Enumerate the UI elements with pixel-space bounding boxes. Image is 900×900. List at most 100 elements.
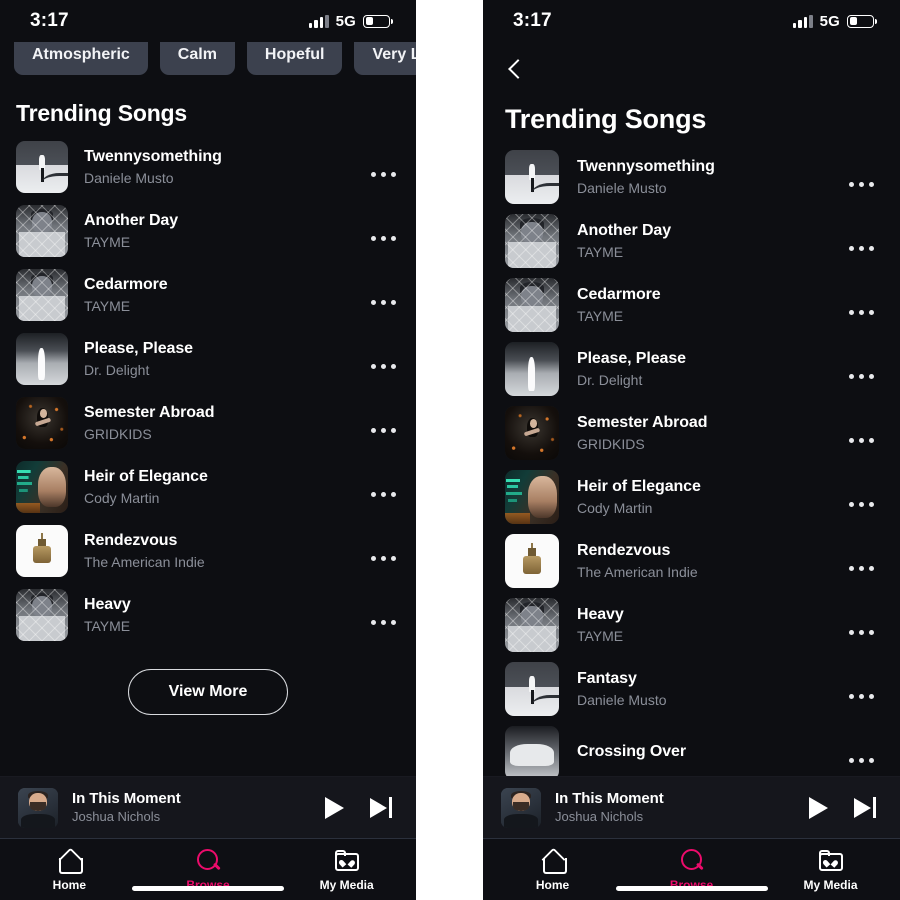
song-title: Semester Abroad bbox=[84, 403, 215, 421]
battery-icon bbox=[847, 14, 878, 28]
mood-chip-row[interactable]: Atmospheric Calm Hopeful Very Low bbox=[0, 42, 416, 82]
song-row[interactable]: Cedarmore TAYME bbox=[0, 263, 416, 327]
song-more-options-icon[interactable] bbox=[845, 309, 878, 315]
trending-songs-list-right: Twennysomething Daniele Musto Another Da… bbox=[483, 145, 900, 785]
song-title: Twennysomething bbox=[577, 157, 715, 175]
album-artwork bbox=[505, 278, 559, 332]
song-scroll-area-left[interactable]: Twennysomething Daniele Musto Another Da… bbox=[0, 135, 416, 725]
song-artist: Dr. Delight bbox=[577, 371, 643, 388]
tab-my-media[interactable]: My Media bbox=[761, 848, 900, 892]
song-row[interactable]: Please, Please Dr. Delight bbox=[483, 337, 900, 401]
page-title: Trending Songs bbox=[16, 100, 187, 126]
song-more-options-icon[interactable] bbox=[367, 427, 400, 433]
song-more-options-icon[interactable] bbox=[845, 373, 878, 379]
network-type-label: 5G bbox=[819, 12, 840, 30]
song-more-options-icon[interactable] bbox=[845, 629, 878, 635]
tab-my-media[interactable]: My Media bbox=[277, 848, 416, 892]
song-artist: Daniele Musto bbox=[84, 169, 174, 186]
song-more-options-icon[interactable] bbox=[845, 757, 878, 763]
song-row[interactable]: Heavy TAYME bbox=[0, 583, 416, 647]
battery-icon bbox=[363, 14, 394, 28]
song-more-options-icon[interactable] bbox=[845, 245, 878, 251]
album-artwork bbox=[16, 333, 68, 385]
mini-player-left[interactable]: In This Moment Joshua Nichols bbox=[0, 776, 416, 838]
song-artist: GRIDKIDS bbox=[84, 425, 152, 442]
song-row[interactable]: Heir of Elegance Cody Martin bbox=[0, 455, 416, 519]
song-more-options-icon[interactable] bbox=[845, 565, 878, 571]
album-artwork bbox=[505, 150, 559, 204]
song-meta: Cedarmore TAYME bbox=[559, 285, 845, 326]
song-row[interactable]: Twennysomething Daniele Musto bbox=[0, 135, 416, 199]
song-title: Another Day bbox=[577, 221, 672, 239]
song-row[interactable]: Twennysomething Daniele Musto bbox=[483, 145, 900, 209]
song-row[interactable]: Another Day TAYME bbox=[0, 199, 416, 263]
song-artist: TAYME bbox=[84, 297, 131, 314]
page-title: Trending Songs bbox=[505, 104, 707, 134]
song-title: Rendezvous bbox=[577, 541, 671, 559]
song-row[interactable]: Fantasy Daniele Musto bbox=[483, 657, 900, 721]
song-title: Heavy bbox=[577, 605, 624, 623]
mood-chip-calm[interactable]: Calm bbox=[159, 42, 235, 75]
song-row[interactable]: Rendezvous The American Indie bbox=[483, 529, 900, 593]
play-icon[interactable] bbox=[325, 796, 345, 819]
next-track-icon[interactable] bbox=[854, 797, 876, 818]
song-row[interactable]: Another Day TAYME bbox=[483, 209, 900, 273]
next-track-icon[interactable] bbox=[370, 797, 392, 818]
now-playing-artist: Joshua Nichols bbox=[72, 809, 161, 825]
song-more-options-icon[interactable] bbox=[845, 181, 878, 187]
song-more-options-icon[interactable] bbox=[845, 501, 878, 507]
song-meta: Fantasy Daniele Musto bbox=[559, 669, 845, 710]
player-controls bbox=[325, 796, 398, 819]
song-title: Cedarmore bbox=[84, 275, 168, 293]
status-bar-right: 3:17 5G bbox=[483, 0, 900, 42]
phone-screen-right: 3:17 5G Trending Songs Twennysomething D… bbox=[483, 0, 900, 900]
folder-heart-icon bbox=[817, 848, 845, 874]
search-icon bbox=[195, 848, 221, 874]
album-artwork bbox=[505, 406, 559, 460]
now-playing-meta: In This Moment Joshua Nichols bbox=[58, 790, 325, 826]
song-more-options-icon[interactable] bbox=[367, 555, 400, 561]
song-row[interactable]: Heir of Elegance Cody Martin bbox=[483, 465, 900, 529]
song-artist: TAYME bbox=[577, 307, 624, 324]
view-more-button[interactable]: View More bbox=[127, 669, 289, 715]
song-meta: Heir of Elegance Cody Martin bbox=[68, 467, 367, 508]
mood-chip-very-low[interactable]: Very Low bbox=[354, 42, 416, 75]
song-row[interactable]: Cedarmore TAYME bbox=[483, 273, 900, 337]
song-row[interactable]: Please, Please Dr. Delight bbox=[0, 327, 416, 391]
song-more-options-icon[interactable] bbox=[367, 619, 400, 625]
tab-home[interactable]: Home bbox=[0, 848, 139, 892]
song-row[interactable]: Semester Abroad GRIDKIDS bbox=[0, 391, 416, 455]
play-icon[interactable] bbox=[809, 796, 829, 819]
song-row[interactable]: Rendezvous The American Indie bbox=[0, 519, 416, 583]
song-more-options-icon[interactable] bbox=[845, 693, 878, 699]
status-time: 3:17 bbox=[30, 10, 69, 31]
song-title: Semester Abroad bbox=[577, 413, 708, 431]
status-time: 3:17 bbox=[513, 10, 552, 31]
song-more-options-icon[interactable] bbox=[367, 171, 400, 177]
song-more-options-icon[interactable] bbox=[367, 363, 400, 369]
song-artist: TAYME bbox=[577, 627, 624, 644]
mini-player-right[interactable]: In This Moment Joshua Nichols bbox=[483, 776, 900, 838]
song-artist: Cody Martin bbox=[577, 499, 653, 516]
mood-chip-hopeful[interactable]: Hopeful bbox=[246, 42, 343, 75]
song-row[interactable]: Semester Abroad GRIDKIDS bbox=[483, 401, 900, 465]
navigation-bar bbox=[483, 42, 900, 98]
song-row[interactable]: Heavy TAYME bbox=[483, 593, 900, 657]
song-more-options-icon[interactable] bbox=[367, 491, 400, 497]
song-more-options-icon[interactable] bbox=[367, 235, 400, 241]
song-title: Another Day bbox=[84, 211, 179, 229]
song-more-options-icon[interactable] bbox=[845, 437, 878, 443]
mood-chip-atmospheric[interactable]: Atmospheric bbox=[14, 42, 148, 75]
song-title: Heir of Elegance bbox=[577, 477, 701, 495]
album-artwork bbox=[505, 534, 559, 588]
now-playing-title: In This Moment bbox=[555, 789, 664, 807]
home-icon bbox=[56, 848, 84, 874]
song-scroll-area-right[interactable]: Twennysomething Daniele Musto Another Da… bbox=[483, 145, 900, 785]
phone-screen-left: 3:17 5G Atmospheric Calm Hopeful Very Lo… bbox=[0, 0, 416, 900]
tab-home[interactable]: Home bbox=[483, 848, 622, 892]
song-more-options-icon[interactable] bbox=[367, 299, 400, 305]
back-chevron-icon[interactable] bbox=[507, 58, 521, 82]
song-artist: GRIDKIDS bbox=[577, 435, 645, 452]
tab-my-media-label: My Media bbox=[319, 878, 374, 892]
song-title: Please, Please bbox=[84, 339, 193, 357]
